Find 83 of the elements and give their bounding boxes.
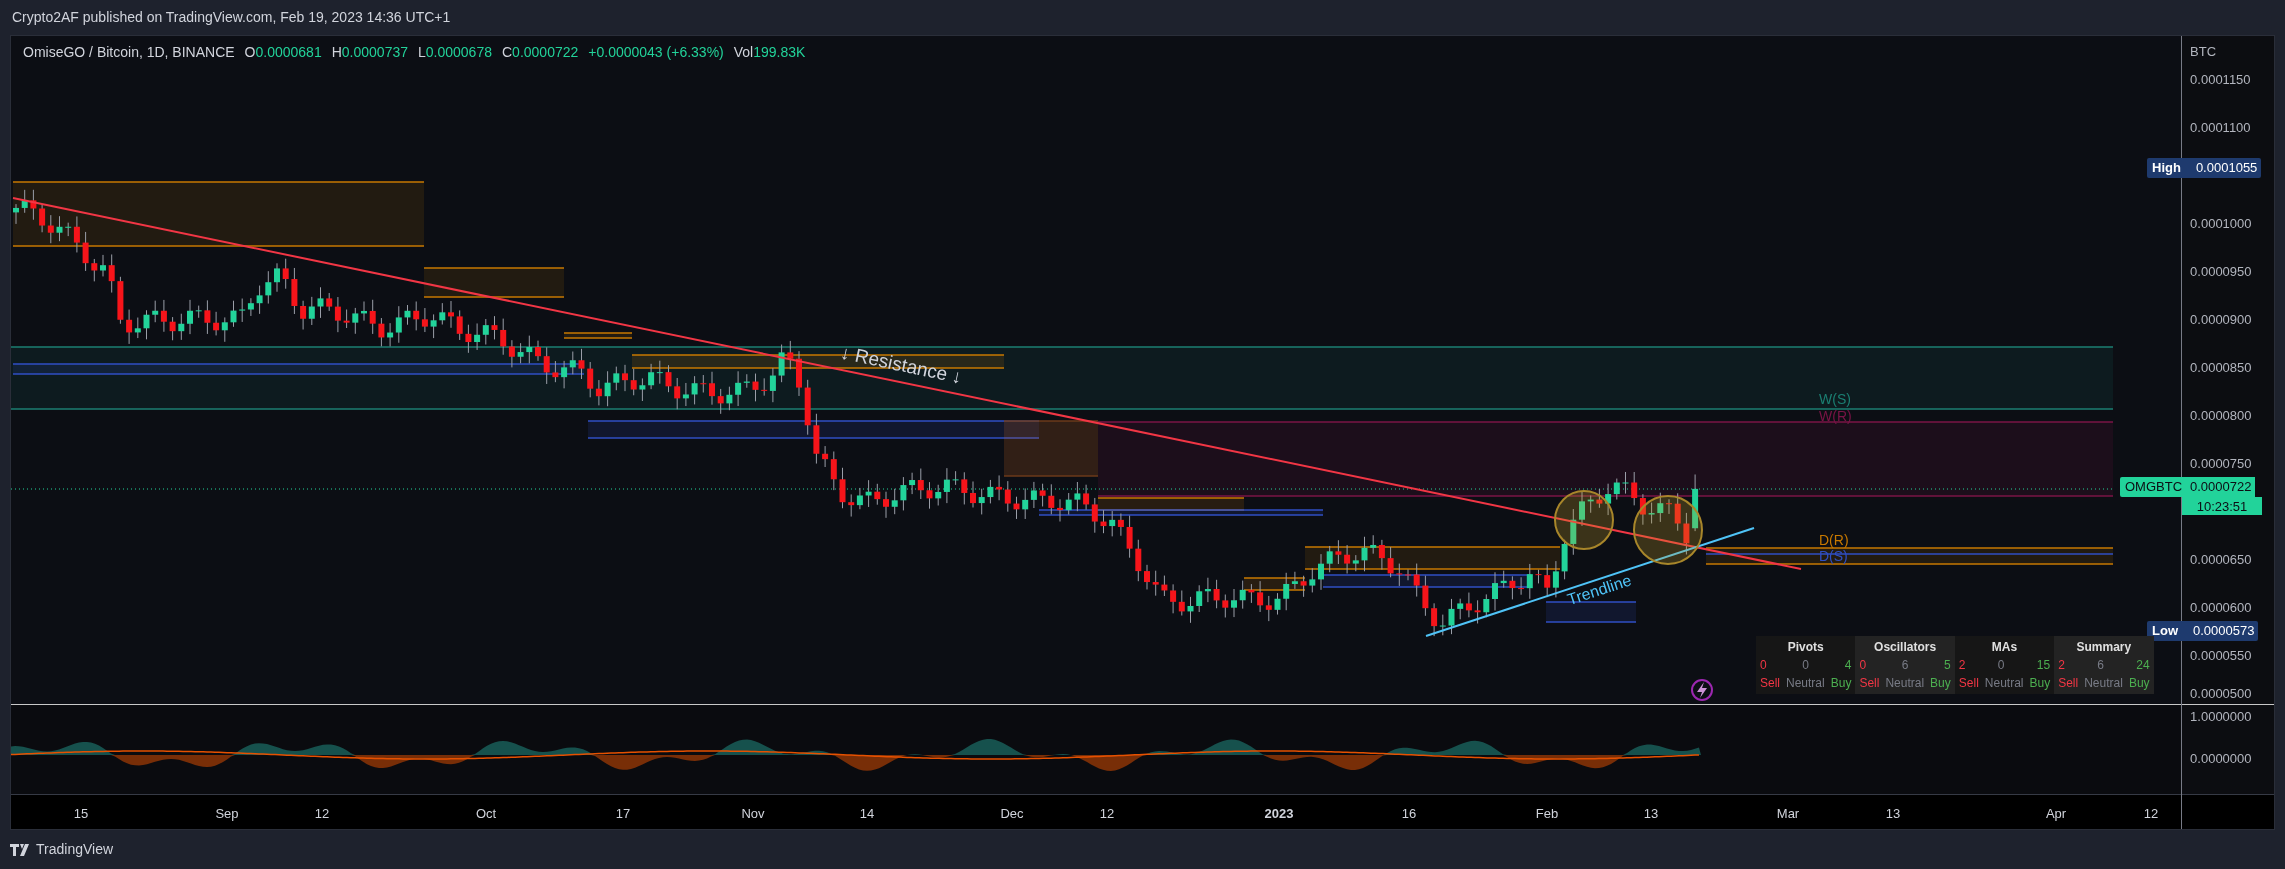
price-tick: 0.0000650 (2190, 551, 2252, 569)
buy-label: Buy (2128, 675, 2150, 692)
neutral-count: 6 (2097, 657, 2104, 674)
buy-label: Buy (2029, 675, 2051, 692)
buy-count: 15 (2036, 657, 2051, 674)
brand-name[interactable]: TradingView (36, 839, 114, 860)
ohlc-value: O0.0000681 (244, 43, 322, 62)
buy-count: 24 (2136, 657, 2150, 674)
tag-value: 0.0000573 (2192, 622, 2256, 641)
level-label: D(R) (1819, 532, 1849, 548)
time-tick: 17 (615, 805, 631, 824)
time-tick: Mar (1776, 805, 1800, 824)
group-title: Oscillators (1873, 639, 1938, 656)
sell-label: Sell (1760, 675, 1780, 692)
time-tick: 12 (2143, 805, 2159, 824)
publish-info: Crypto2AF published on TradingView.com, Feb 19, 2023 14:36 UTC+1 (12, 8, 451, 27)
tag-label: High (2151, 159, 2182, 178)
countdown-label: 10:23:51 (2182, 497, 2262, 515)
logo-icon[interactable] (10, 843, 32, 856)
time-tick: 13 (1885, 805, 1901, 824)
time-tick: 13 (1643, 805, 1659, 824)
symbol-title: OmiseGO / Bitcoin, 1D, BINANCE (23, 43, 235, 62)
sell-label: Sell (1859, 675, 1880, 692)
price-change: +0.0000043 (+6.33%) (588, 43, 724, 62)
sell-count: 2 (2058, 657, 2065, 674)
neutral-label: Neutral (1885, 675, 1925, 692)
trendline-label: Trendline (1565, 571, 1634, 609)
group-title: MAs (1990, 639, 2019, 656)
neutral-label: Neutral (1984, 675, 2024, 692)
group-title: Summary (2075, 639, 2133, 656)
time-tick: Nov (741, 805, 765, 824)
axis-unit: BTC (2190, 43, 2217, 61)
buy-count: 4 (1844, 657, 1852, 674)
lightning-icon[interactable] (1691, 679, 1713, 701)
price-tick: 0.0000900 (2190, 311, 2252, 329)
time-tick: Sep (215, 805, 239, 824)
sell-label: Sell (2058, 675, 2079, 692)
price-tick: 0.0000600 (2190, 599, 2252, 617)
time-tick: 12 (1099, 805, 1115, 824)
price-tick: 0.0001100 (2190, 119, 2251, 137)
neutral-count: 0 (1802, 657, 1810, 674)
time-tick: 14 (859, 805, 875, 824)
sell-count: 0 (1859, 657, 1867, 674)
time-tick: 2023 (1264, 805, 1294, 824)
time-tick: Feb (1535, 805, 1559, 824)
price-tick: 0.0000750 (2190, 455, 2252, 473)
price-tick: 0.0000850 (2190, 359, 2252, 377)
ohlc-value: L0.0000678 (418, 43, 492, 62)
neutral-count: 0 (1997, 657, 2005, 674)
resistance-label: ↓ Resistance ↓ (838, 341, 964, 388)
ohlc-value: C0.0000722 (502, 43, 579, 62)
time-tick: Oct (475, 805, 497, 824)
sell-count: 2 (1958, 657, 1966, 674)
buy-label: Buy (1930, 675, 1951, 692)
tag-value: 0.0000722 (2189, 478, 2253, 497)
time-tick: Dec (1000, 805, 1024, 824)
group-title: Pivots (1786, 639, 1825, 656)
neutral-label: Neutral (2084, 675, 2123, 692)
symbol-label: OMGBTC (2124, 478, 2182, 497)
price-tick: 0.0001000 (2190, 215, 2252, 233)
time-tick: Apr (2045, 805, 2067, 824)
price-tick: 0.0000800 (2190, 407, 2252, 425)
level-label: W(R) (1819, 408, 1852, 424)
price-tick: 0.0000550 (2190, 647, 2252, 665)
tag-value: 0.0001055 (2194, 159, 2259, 178)
oscillator-tick: 1.0000000 (2190, 708, 2252, 727)
volume-value: Vol199.83K (733, 43, 806, 62)
sell-label: Sell (1958, 675, 1979, 692)
price-tick: 0.0001150 (2190, 71, 2251, 89)
neutral-label: Neutral (1786, 675, 1825, 692)
price-tick: 0.0000950 (2190, 263, 2252, 281)
level-label: W(S) (1819, 391, 1851, 407)
buy-label: Buy (1830, 675, 1852, 692)
time-tick: 15 (73, 805, 89, 824)
ohlc-value: H0.0000737 (331, 43, 408, 62)
sell-count: 0 (1760, 657, 1767, 674)
time-tick: 16 (1401, 805, 1417, 824)
buy-count: 5 (1944, 657, 1951, 674)
oscillator-tick: 0.0000000 (2190, 750, 2252, 769)
price-tick: 0.0000500 (2190, 685, 2252, 703)
time-tick: 12 (314, 805, 330, 824)
tag-label: Low (2151, 622, 2179, 641)
neutral-count: 6 (1901, 657, 1909, 674)
